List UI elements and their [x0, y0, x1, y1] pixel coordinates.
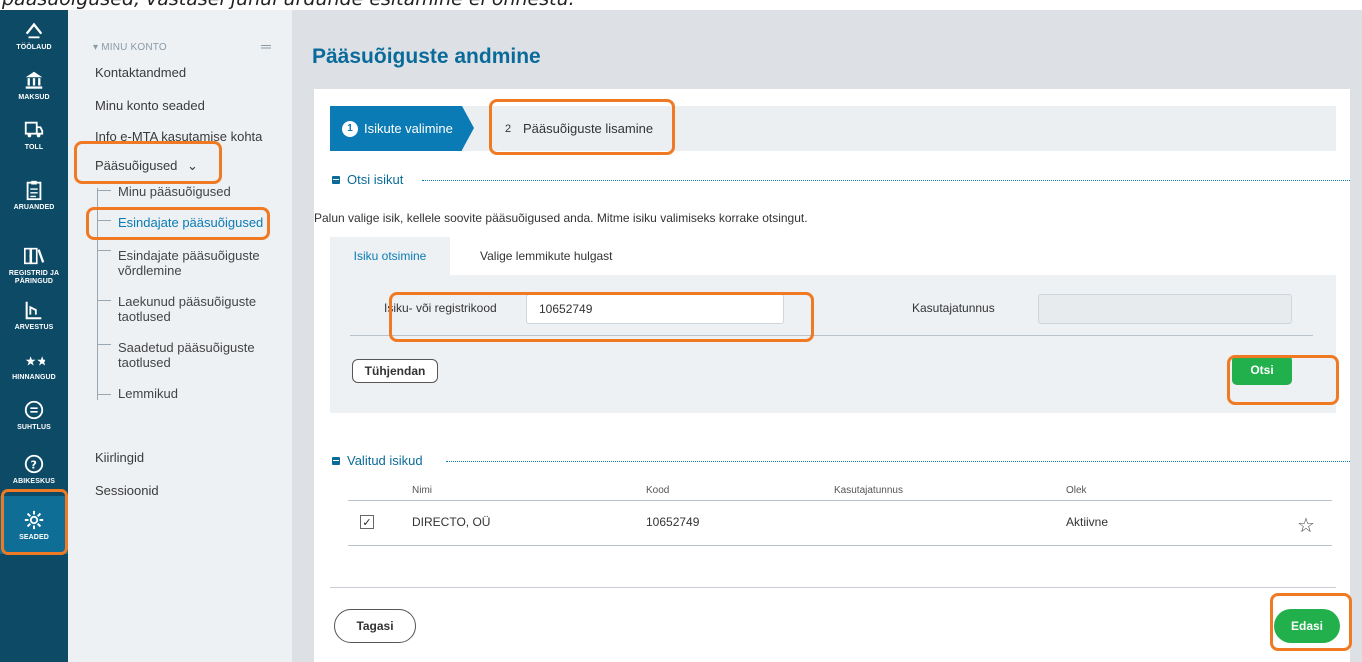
nav-minu-konto-seaded[interactable]: Minu konto seaded: [95, 98, 205, 113]
svg-text:★★: ★★: [25, 354, 45, 369]
truck-icon: [24, 121, 44, 137]
step-1[interactable]: 1 Isikute valimine: [330, 106, 474, 151]
nav-kiirlingid[interactable]: Kiirlingid: [95, 450, 144, 465]
tree-tick: [97, 220, 111, 221]
footer-separator: [330, 587, 1336, 588]
nav-esindajate-vordlemine[interactable]: Esindajate pääsuõiguste võrdlemine: [118, 248, 278, 278]
tree-tick: [97, 394, 111, 395]
search-tabs: Isiku otsimine Valige lemmikute hulgast: [330, 237, 1336, 275]
page-title: Pääsuõiguste andmine: [312, 45, 541, 68]
bank-icon: [25, 71, 43, 89]
clear-button[interactable]: Tühjendan: [352, 359, 438, 383]
nav-laekunud-taotlused[interactable]: Laekunud pääsuõiguste taotlused: [118, 294, 268, 324]
row-code: 10652749: [646, 515, 700, 529]
step-2[interactable]: 2 Pääsuõiguste lisamine: [500, 106, 653, 151]
rail-item-abikeskus[interactable]: ? ABIKESKUS: [0, 440, 68, 498]
content-card: 1 Isikute valimine 2 Pääsuõiguste lisami…: [314, 89, 1350, 662]
step-number: 2: [504, 122, 512, 135]
tab-lemmikud[interactable]: Valige lemmikute hulgast: [480, 237, 613, 275]
row-status: Aktiivne: [1066, 515, 1109, 529]
back-button[interactable]: Tagasi: [334, 609, 416, 643]
tree-tick: [97, 300, 111, 301]
collapse-caret-icon[interactable]: ▾: [93, 42, 101, 53]
step-number: 1: [342, 120, 358, 137]
collapse-icon: [332, 175, 340, 184]
next-button[interactable]: Edasi: [1274, 609, 1340, 643]
table-header-separator: [348, 500, 1332, 501]
help-icon: ?: [24, 454, 44, 473]
collapse-icon: [332, 456, 340, 465]
rail-item-aruanded[interactable]: ARUANDED: [0, 166, 68, 224]
user-input[interactable]: [1038, 294, 1292, 324]
clipboard-icon: [26, 180, 42, 200]
search-separator: [350, 335, 1313, 336]
code-input[interactable]: 10652749: [526, 294, 784, 324]
row-checkbox[interactable]: ✓: [360, 515, 374, 529]
nav-esindajate-paasuoigused[interactable]: Esindajate pääsuõigused: [118, 215, 263, 230]
tree-tick: [97, 190, 111, 191]
secondary-nav: ▾ MINU KONTO ═ Kontaktandmed Minu konto …: [68, 10, 292, 662]
favorite-star-icon[interactable]: ☆: [1297, 513, 1315, 538]
calculator-icon: [25, 301, 42, 319]
registry-icon: [24, 247, 45, 264]
section-valitud-isikud[interactable]: Valitud isikud: [332, 453, 423, 468]
row-name: DIRECTO, OÜ: [412, 515, 491, 529]
nav-kontaktandmed[interactable]: Kontaktandmed: [95, 65, 186, 80]
column-header-kood[interactable]: Kood: [646, 485, 669, 496]
chevron-down-icon: ⌄: [187, 158, 198, 173]
rail-item-toll[interactable]: TOLL: [0, 106, 68, 164]
tree-tick: [97, 344, 111, 345]
stepper: 1 Isikute valimine 2 Pääsuõiguste lisami…: [330, 106, 1336, 151]
search-panel: Isiku- või registrikood 10652749 Kasutaj…: [330, 275, 1336, 413]
search-button[interactable]: Otsi: [1232, 355, 1292, 385]
rail-item-suhtlus[interactable]: SUHTLUS: [0, 386, 68, 444]
nav-paasuoigused[interactable]: Pääsuõigused ⌄: [95, 158, 198, 174]
section-divider: [446, 461, 1350, 462]
rail-item-seaded[interactable]: SEADED: [0, 496, 68, 554]
section-head-minu-konto: ▾ MINU KONTO: [93, 42, 167, 53]
dashboard-icon: [25, 22, 43, 38]
user-label: Kasutajatunnus: [912, 301, 995, 315]
main-area: Pääsuõiguste andmine 1 Isikute valimine …: [292, 10, 1362, 662]
nav-info-emta[interactable]: Info e-MTA kasutamise kohta: [95, 129, 262, 144]
stars-icon: ★★: [25, 354, 45, 369]
column-header-nimi[interactable]: Nimi: [412, 485, 432, 496]
column-header-kasutajatunnus[interactable]: Kasutajatunnus: [834, 485, 903, 496]
nav-lemmikud[interactable]: Lemmikud: [118, 386, 178, 401]
chat-icon: [24, 400, 44, 419]
code-label: Isiku- või registrikood: [384, 301, 497, 315]
icon-rail: TÖÖLAUD MAKSUD TOLL ARUANDED REGISTRID J…: [0, 10, 68, 662]
tab-isiku-otsimine[interactable]: Isiku otsimine: [330, 237, 450, 275]
tree-tick: [97, 250, 111, 251]
nav-minu-paasuoigused[interactable]: Minu pääsuõigused: [118, 184, 231, 199]
column-header-olek[interactable]: Olek: [1066, 485, 1087, 496]
gear-icon: [24, 510, 44, 529]
svg-text:?: ?: [31, 458, 37, 471]
menu-toggle-icon[interactable]: ═: [261, 38, 271, 54]
search-helper-text: Palun valige isik, kellele soovite pääsu…: [314, 211, 808, 225]
nav-saadetud-taotlused[interactable]: Saadetud pääsuõiguste taotlused: [118, 340, 268, 370]
section-otsi-isikut[interactable]: Otsi isikut: [332, 172, 403, 187]
section-divider: [422, 180, 1350, 181]
table-row-separator: [348, 545, 1332, 546]
nav-sessioonid[interactable]: Sessioonid: [95, 483, 159, 498]
